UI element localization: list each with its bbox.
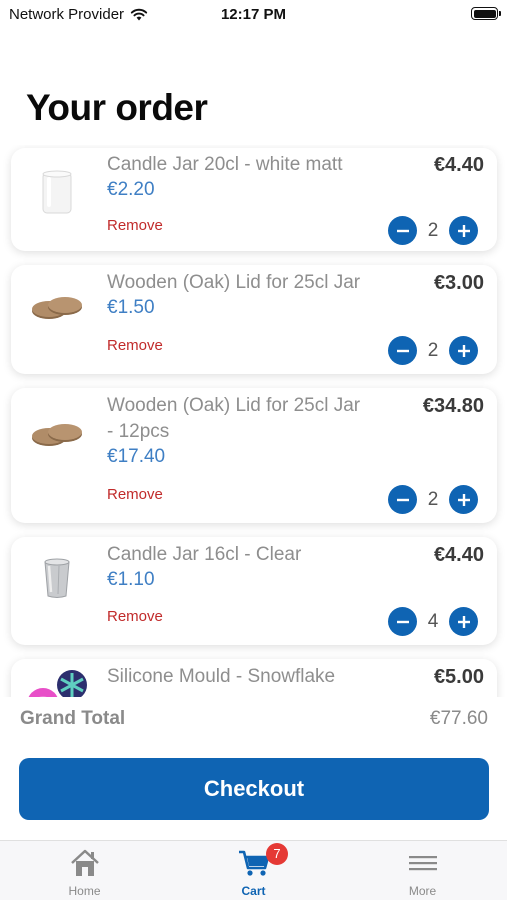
decrease-quantity-button[interactable] — [388, 336, 417, 365]
remove-button[interactable]: Remove — [107, 486, 163, 503]
item-name: Candle Jar 16cl - Clear — [107, 544, 302, 565]
quantity-stepper: 4 — [388, 607, 478, 636]
order-item: Silicone Mould - Snowflake €5.00 — [11, 659, 497, 697]
quantity-value: 4 — [427, 610, 439, 632]
minus-icon — [396, 349, 409, 352]
decrease-quantity-button[interactable] — [388, 485, 417, 514]
item-total: €34.80 — [422, 395, 484, 417]
tab-cart[interactable]: Cart — [169, 841, 338, 900]
status-bar: Network Provider 12:17 PM — [0, 0, 507, 28]
page-title: Your order — [26, 87, 208, 128]
quantity-stepper: 2 — [388, 336, 478, 365]
white-jar-image — [25, 160, 89, 224]
wooden-lid-image — [25, 402, 89, 466]
minus-icon — [396, 229, 409, 232]
item-name: Candle Jar 20cl - white matt — [107, 154, 343, 175]
item-name-line: Wooden (Oak) Lid for 25cl Jar — [107, 395, 361, 416]
silicone-mould-image — [25, 659, 89, 697]
remove-button[interactable]: Remove — [107, 337, 163, 354]
item-total: €5.00 — [433, 666, 484, 688]
tab-home[interactable]: Home — [0, 841, 169, 900]
increase-quantity-button[interactable] — [449, 607, 478, 636]
order-item: Candle Jar 20cl - white matt €2.20 €4.40… — [11, 148, 497, 251]
item-unit-price: €1.10 — [107, 569, 155, 590]
increase-quantity-button[interactable] — [449, 485, 478, 514]
order-item: Wooden (Oak) Lid for 25cl Jar - 12pcs €1… — [11, 388, 497, 523]
cart-badge: 7 — [266, 843, 288, 865]
quantity-stepper: 2 — [388, 485, 478, 514]
decrease-quantity-button[interactable] — [388, 607, 417, 636]
item-name: Wooden (Oak) Lid for 25cl Jar - 12pcs — [107, 393, 360, 445]
tab-label: More — [408, 884, 437, 898]
remove-button[interactable]: Remove — [107, 217, 163, 234]
remove-button[interactable]: Remove — [107, 608, 163, 625]
item-name-line: - 12pcs — [107, 421, 170, 442]
battery-icon — [471, 7, 501, 20]
increase-quantity-button[interactable] — [449, 336, 478, 365]
item-unit-price: €1.50 — [107, 297, 155, 318]
quantity-value: 2 — [427, 339, 439, 361]
menu-icon — [408, 856, 437, 871]
plus-icon — [457, 224, 470, 237]
status-time: 12:17 PM — [220, 6, 287, 23]
item-unit-price: €2.20 — [107, 179, 155, 200]
quantity-value: 2 — [427, 219, 439, 241]
item-unit-price: €17.40 — [107, 446, 166, 467]
home-icon — [70, 849, 99, 876]
increase-quantity-button[interactable] — [449, 216, 478, 245]
checkout-button[interactable]: Checkout — [19, 758, 489, 820]
clear-jar-image — [25, 547, 89, 611]
plus-icon — [457, 493, 470, 506]
decrease-quantity-button[interactable] — [388, 216, 417, 245]
plus-icon — [457, 615, 470, 628]
item-name: Silicone Mould - Snowflake — [107, 666, 336, 687]
quantity-value: 2 — [427, 488, 439, 510]
tab-more[interactable]: More — [338, 841, 507, 900]
grand-total-value: €77.60 — [429, 708, 488, 729]
order-list[interactable]: Candle Jar 20cl - white matt €2.20 €4.40… — [0, 145, 507, 697]
order-item: Wooden (Oak) Lid for 25cl Jar €1.50 €3.0… — [11, 265, 497, 374]
grand-total-label: Grand Total — [20, 708, 126, 729]
minus-icon — [396, 620, 409, 623]
tab-label: Cart — [241, 884, 266, 898]
item-total: €3.00 — [433, 272, 484, 294]
wooden-lid-image — [25, 275, 89, 339]
order-item: Candle Jar 16cl - Clear €1.10 €4.40 Remo… — [11, 537, 497, 645]
tab-label: Home — [68, 884, 101, 898]
quantity-stepper: 2 — [388, 216, 478, 245]
item-total: €4.40 — [433, 544, 484, 566]
tab-bar: Home Cart More — [0, 840, 507, 900]
item-total: €4.40 — [433, 154, 484, 176]
grand-total-row: Grand Total €77.60 — [0, 697, 507, 747]
minus-icon — [396, 498, 409, 501]
plus-icon — [457, 344, 470, 357]
item-name: Wooden (Oak) Lid for 25cl Jar — [107, 272, 361, 293]
